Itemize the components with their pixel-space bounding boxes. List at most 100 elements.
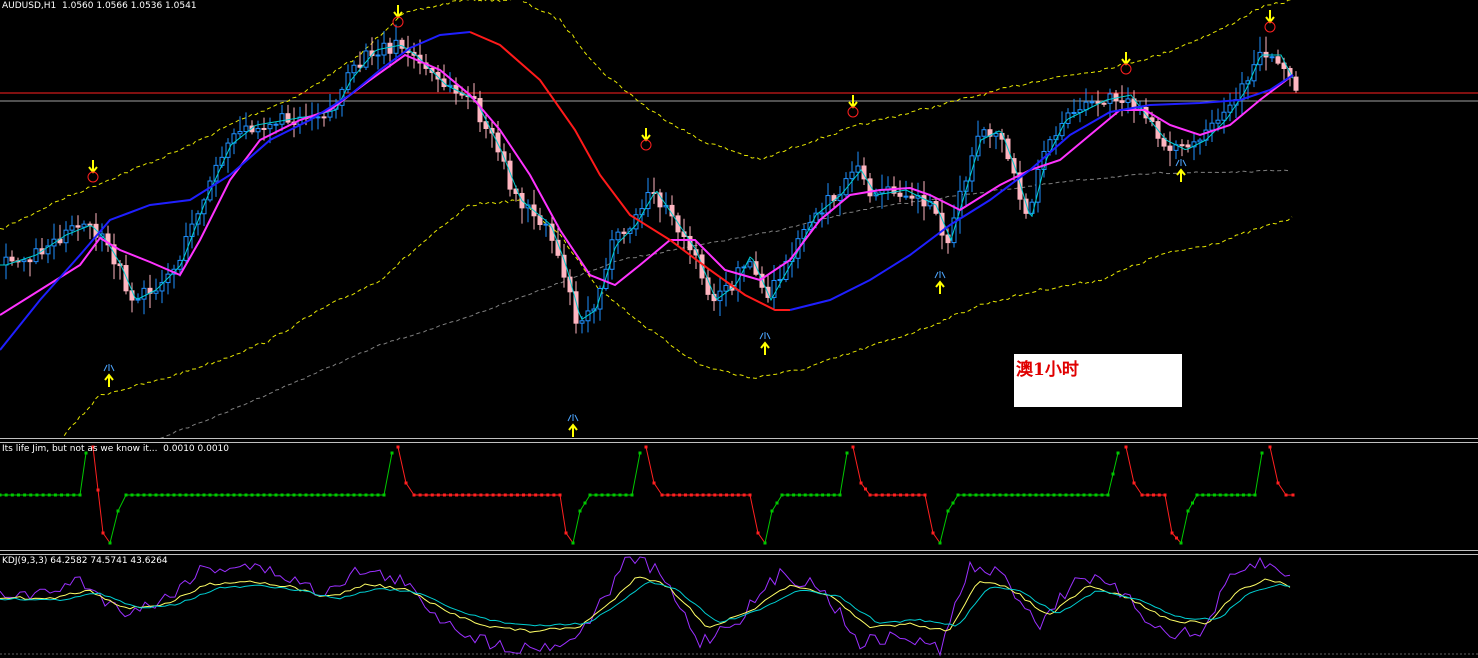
jim-dot	[1224, 493, 1228, 497]
jim-dot	[612, 493, 616, 497]
jim-dot	[689, 493, 693, 497]
jim-dot	[1004, 493, 1008, 497]
jim-dot	[130, 493, 134, 497]
candle-bear	[897, 192, 903, 197]
jim-dot	[534, 493, 538, 497]
jim-dot	[630, 493, 634, 497]
jim-dot	[396, 445, 400, 449]
jim-dot	[1291, 493, 1295, 497]
jim-dot	[558, 493, 562, 497]
candle-bull	[543, 223, 549, 226]
jim-dot	[886, 493, 890, 497]
kdj-k-line	[0, 576, 1291, 633]
jim-dot	[116, 509, 120, 513]
blue-ma-line	[0, 31, 471, 351]
jim-dot	[1157, 493, 1161, 497]
jim-indicator-label: Its life Jim, but not as we know it... 0…	[2, 444, 229, 454]
candle-bull	[1083, 101, 1089, 111]
jim-dot	[41, 493, 45, 497]
candle-bull	[69, 225, 75, 231]
jim-dot	[29, 493, 33, 497]
jim-dot	[880, 493, 884, 497]
jim-dot	[436, 493, 440, 497]
jim-dot	[310, 493, 314, 497]
jim-dot	[35, 493, 39, 497]
candle-bull	[255, 127, 261, 133]
jim-indicator-pane[interactable]: Its life Jim, but not as we know it... 0…	[0, 443, 1478, 552]
jim-dot	[666, 493, 670, 497]
candle-bear	[129, 290, 135, 301]
jim-dot	[1076, 493, 1080, 497]
jim-dot	[968, 493, 972, 497]
candle-bull	[903, 195, 909, 198]
jim-dot	[786, 493, 790, 497]
price-chart-pane[interactable]: AUDUSD,H1 1.0560 1.0566 1.0536 1.0541 澳1…	[0, 0, 1478, 438]
jim-dot	[874, 493, 878, 497]
jim-dot	[96, 488, 100, 492]
jim-dot	[917, 493, 921, 497]
jim-indicator-svg	[0, 445, 1295, 545]
jim-dot	[418, 493, 422, 497]
jim-dot	[1276, 481, 1280, 485]
jim-dot	[0, 493, 2, 497]
jim-dot	[1170, 531, 1174, 535]
symbol-label: AUDUSD,H1 1.0560 1.0566 1.0536 1.0541	[2, 1, 197, 11]
jim-dot	[304, 493, 308, 497]
jim-dot	[951, 501, 955, 505]
candle-bear	[1101, 102, 1107, 105]
jim-dot	[748, 493, 752, 497]
jim-dot	[838, 493, 842, 497]
jim-dot	[491, 493, 495, 497]
jim-dot	[467, 493, 471, 497]
jim-dot	[148, 493, 152, 497]
jim-dot	[1195, 493, 1199, 497]
jim-dot	[238, 493, 242, 497]
jim-dot	[497, 493, 501, 497]
jim-dot	[1201, 493, 1205, 497]
candle-bear	[621, 231, 627, 234]
candle-bear	[909, 195, 915, 199]
jim-dot	[202, 493, 206, 497]
jim-dot	[1241, 493, 1245, 497]
buy-arrow-icon	[568, 423, 578, 437]
annotation-box[interactable]: 澳1小时	[1014, 354, 1182, 407]
jim-dot	[449, 493, 452, 497]
jim-dot	[340, 493, 344, 497]
candle-bear	[321, 116, 327, 119]
jim-dot	[522, 493, 525, 497]
jim-dot	[53, 493, 57, 497]
jim-dot	[124, 493, 128, 497]
candle-bull	[195, 213, 201, 225]
jim-dot	[280, 493, 284, 497]
candle-bull	[1125, 98, 1131, 103]
jim-dot	[430, 493, 434, 497]
jim-green-line	[0, 452, 87, 496]
kdj-indicator-label: KDJ(9,3,3) 64.2582 74.5741 43.6264	[2, 556, 168, 566]
candle-bull	[21, 259, 27, 263]
jim-dot	[473, 493, 477, 497]
jim-dot	[719, 493, 723, 497]
jim-dot	[1132, 481, 1136, 485]
jim-dot	[956, 493, 960, 497]
jim-dot	[998, 493, 1002, 497]
jim-red-line	[92, 446, 111, 544]
jim-dot	[1260, 451, 1264, 455]
candle-bull	[189, 223, 195, 238]
jim-dot	[624, 493, 628, 497]
jim-dot	[770, 509, 774, 513]
jim-dot	[172, 493, 176, 497]
kdj-j-line	[0, 556, 1291, 657]
jim-dot	[358, 493, 362, 497]
jim-dot	[931, 531, 935, 535]
jim-dot	[701, 493, 705, 497]
jim-dot	[1111, 472, 1115, 476]
candle-bear	[387, 42, 393, 54]
jim-green-line	[109, 452, 393, 544]
jim-dot	[552, 493, 556, 497]
kdj-indicator-pane[interactable]: KDJ(9,3,3) 64.2582 74.5741 43.6264	[0, 555, 1478, 658]
jim-dot	[404, 481, 408, 485]
candle-bear	[1179, 144, 1185, 147]
candle-bull	[1197, 139, 1203, 143]
candle-bull	[615, 231, 621, 241]
candle-bear	[9, 256, 15, 262]
